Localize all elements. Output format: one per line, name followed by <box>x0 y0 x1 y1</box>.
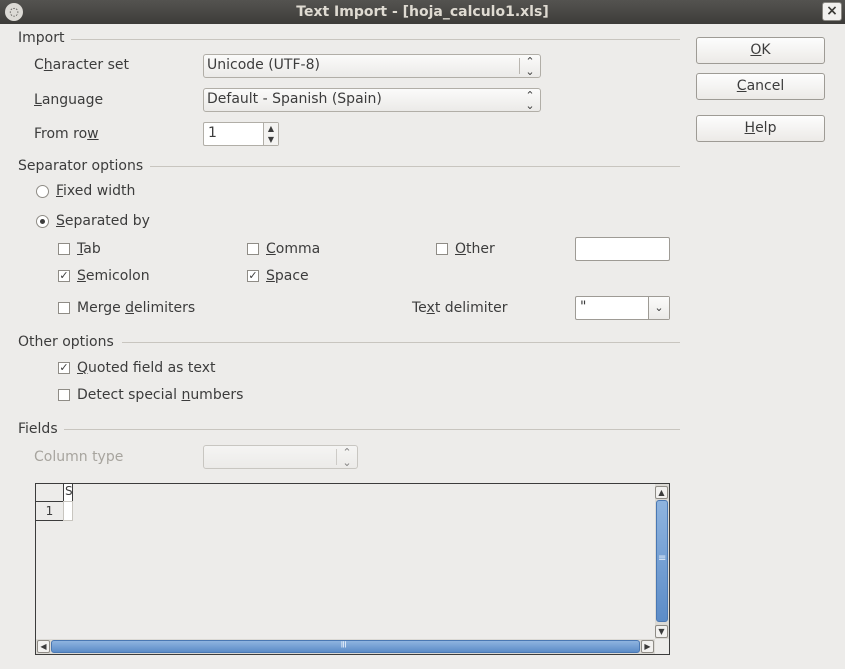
character-set-label: Character set <box>34 57 129 73</box>
row-number-cell: 1 <box>35 501 64 521</box>
scroll-down-icon[interactable]: ▼ <box>655 625 668 638</box>
from-row-spinner[interactable]: 1 ▲ ▼ <box>203 122 279 146</box>
other-options-divider <box>122 342 680 343</box>
space-label[interactable]: Space <box>266 268 309 284</box>
help-button[interactable]: Help <box>696 115 825 142</box>
import-section-title: Import <box>18 30 65 46</box>
language-label: Language <box>34 92 104 108</box>
detect-special-numbers-checkbox[interactable] <box>58 389 70 401</box>
other-label[interactable]: Other <box>455 241 495 257</box>
tab-checkbox[interactable] <box>58 243 70 255</box>
spin-down-icon[interactable]: ▼ <box>268 135 274 144</box>
separator-section-title: Separator options <box>18 158 144 174</box>
other-separator-input[interactable] <box>575 237 670 261</box>
language-select[interactable]: Default - Spanish (Spain) ⌃ ⌄ <box>203 88 541 112</box>
ok-button[interactable]: OK <box>696 37 825 64</box>
text-delimiter-label: Text delimiter <box>412 300 508 316</box>
fields-divider <box>64 429 680 430</box>
semicolon-checkbox[interactable]: ✓ <box>58 270 70 282</box>
column-type-label: Column type <box>34 449 124 465</box>
language-value: Default - Spanish (Spain) <box>207 91 382 107</box>
comma-checkbox[interactable] <box>247 243 259 255</box>
merge-delimiters-checkbox[interactable] <box>58 302 70 314</box>
character-set-value: Unicode (UTF-8) <box>207 57 320 73</box>
separator-divider <box>150 166 680 167</box>
spin-up-icon[interactable]: ▲ <box>268 124 274 133</box>
text-delimiter-combo[interactable]: " ⌄ <box>575 296 670 320</box>
other-options-title: Other options <box>18 334 114 350</box>
horizontal-scrollbar[interactable]: ◀ ≡ ▶ <box>36 639 655 654</box>
from-row-label: From row <box>34 126 99 142</box>
cancel-button[interactable]: Cancel <box>696 73 825 100</box>
detect-special-numbers-label[interactable]: Detect special numbers <box>77 387 243 403</box>
other-checkbox[interactable] <box>436 243 448 255</box>
dropdown-arrow-icon[interactable]: ⌄ <box>648 297 669 319</box>
fixed-width-radio[interactable] <box>36 185 49 198</box>
updown-arrows-icon: ⌃ ⌄ <box>525 89 535 112</box>
updown-arrows-icon: ⌃ ⌄ <box>525 55 535 78</box>
comma-label[interactable]: Comma <box>266 241 320 257</box>
scroll-left-icon[interactable]: ◀ <box>37 640 50 653</box>
column-type-select[interactable]: ⌃ ⌄ <box>203 445 358 469</box>
tab-label[interactable]: Tab <box>77 241 101 257</box>
fields-section-title: Fields <box>18 421 58 437</box>
from-row-value: 1 <box>208 125 217 141</box>
scroll-right-icon[interactable]: ▶ <box>641 640 654 653</box>
character-set-select[interactable]: Unicode (UTF-8) ⌃ ⌄ <box>203 54 541 78</box>
vertical-scroll-thumb[interactable]: ≡ <box>656 500 668 622</box>
window-menu-icon[interactable]: ◌ <box>5 3 23 21</box>
separated-by-radio[interactable] <box>36 215 49 228</box>
window-title: Text Import - [hoja_calculo1.xls] <box>296 4 549 20</box>
grid-data-cell[interactable] <box>63 501 73 521</box>
updown-arrows-icon: ⌃ ⌄ <box>342 446 352 469</box>
separated-by-label[interactable]: Separated by <box>56 213 150 229</box>
semicolon-label[interactable]: Semicolon <box>77 268 150 284</box>
quoted-field-checkbox[interactable]: ✓ <box>58 362 70 374</box>
fixed-width-label[interactable]: Fixed width <box>56 183 135 199</box>
quoted-field-label[interactable]: Quoted field as text <box>77 360 216 376</box>
preview-grid[interactable]: S 1 <box>35 483 670 655</box>
text-delimiter-value: " <box>580 299 587 315</box>
horizontal-scroll-thumb[interactable]: ≡ <box>51 640 640 653</box>
scroll-up-icon[interactable]: ▲ <box>655 486 668 499</box>
column-header-cell[interactable]: S <box>63 483 73 502</box>
spinner-buttons[interactable]: ▲ ▼ <box>263 123 278 145</box>
import-divider <box>71 39 680 40</box>
merge-delimiters-label[interactable]: Merge delimiters <box>77 300 195 316</box>
close-icon[interactable]: × <box>822 2 842 21</box>
space-checkbox[interactable]: ✓ <box>247 270 259 282</box>
vertical-scrollbar[interactable]: ▲ ≡ ▼ <box>655 484 669 639</box>
grid-corner-cell <box>35 483 64 502</box>
title-bar: ◌ Text Import - [hoja_calculo1.xls] × <box>0 0 845 24</box>
